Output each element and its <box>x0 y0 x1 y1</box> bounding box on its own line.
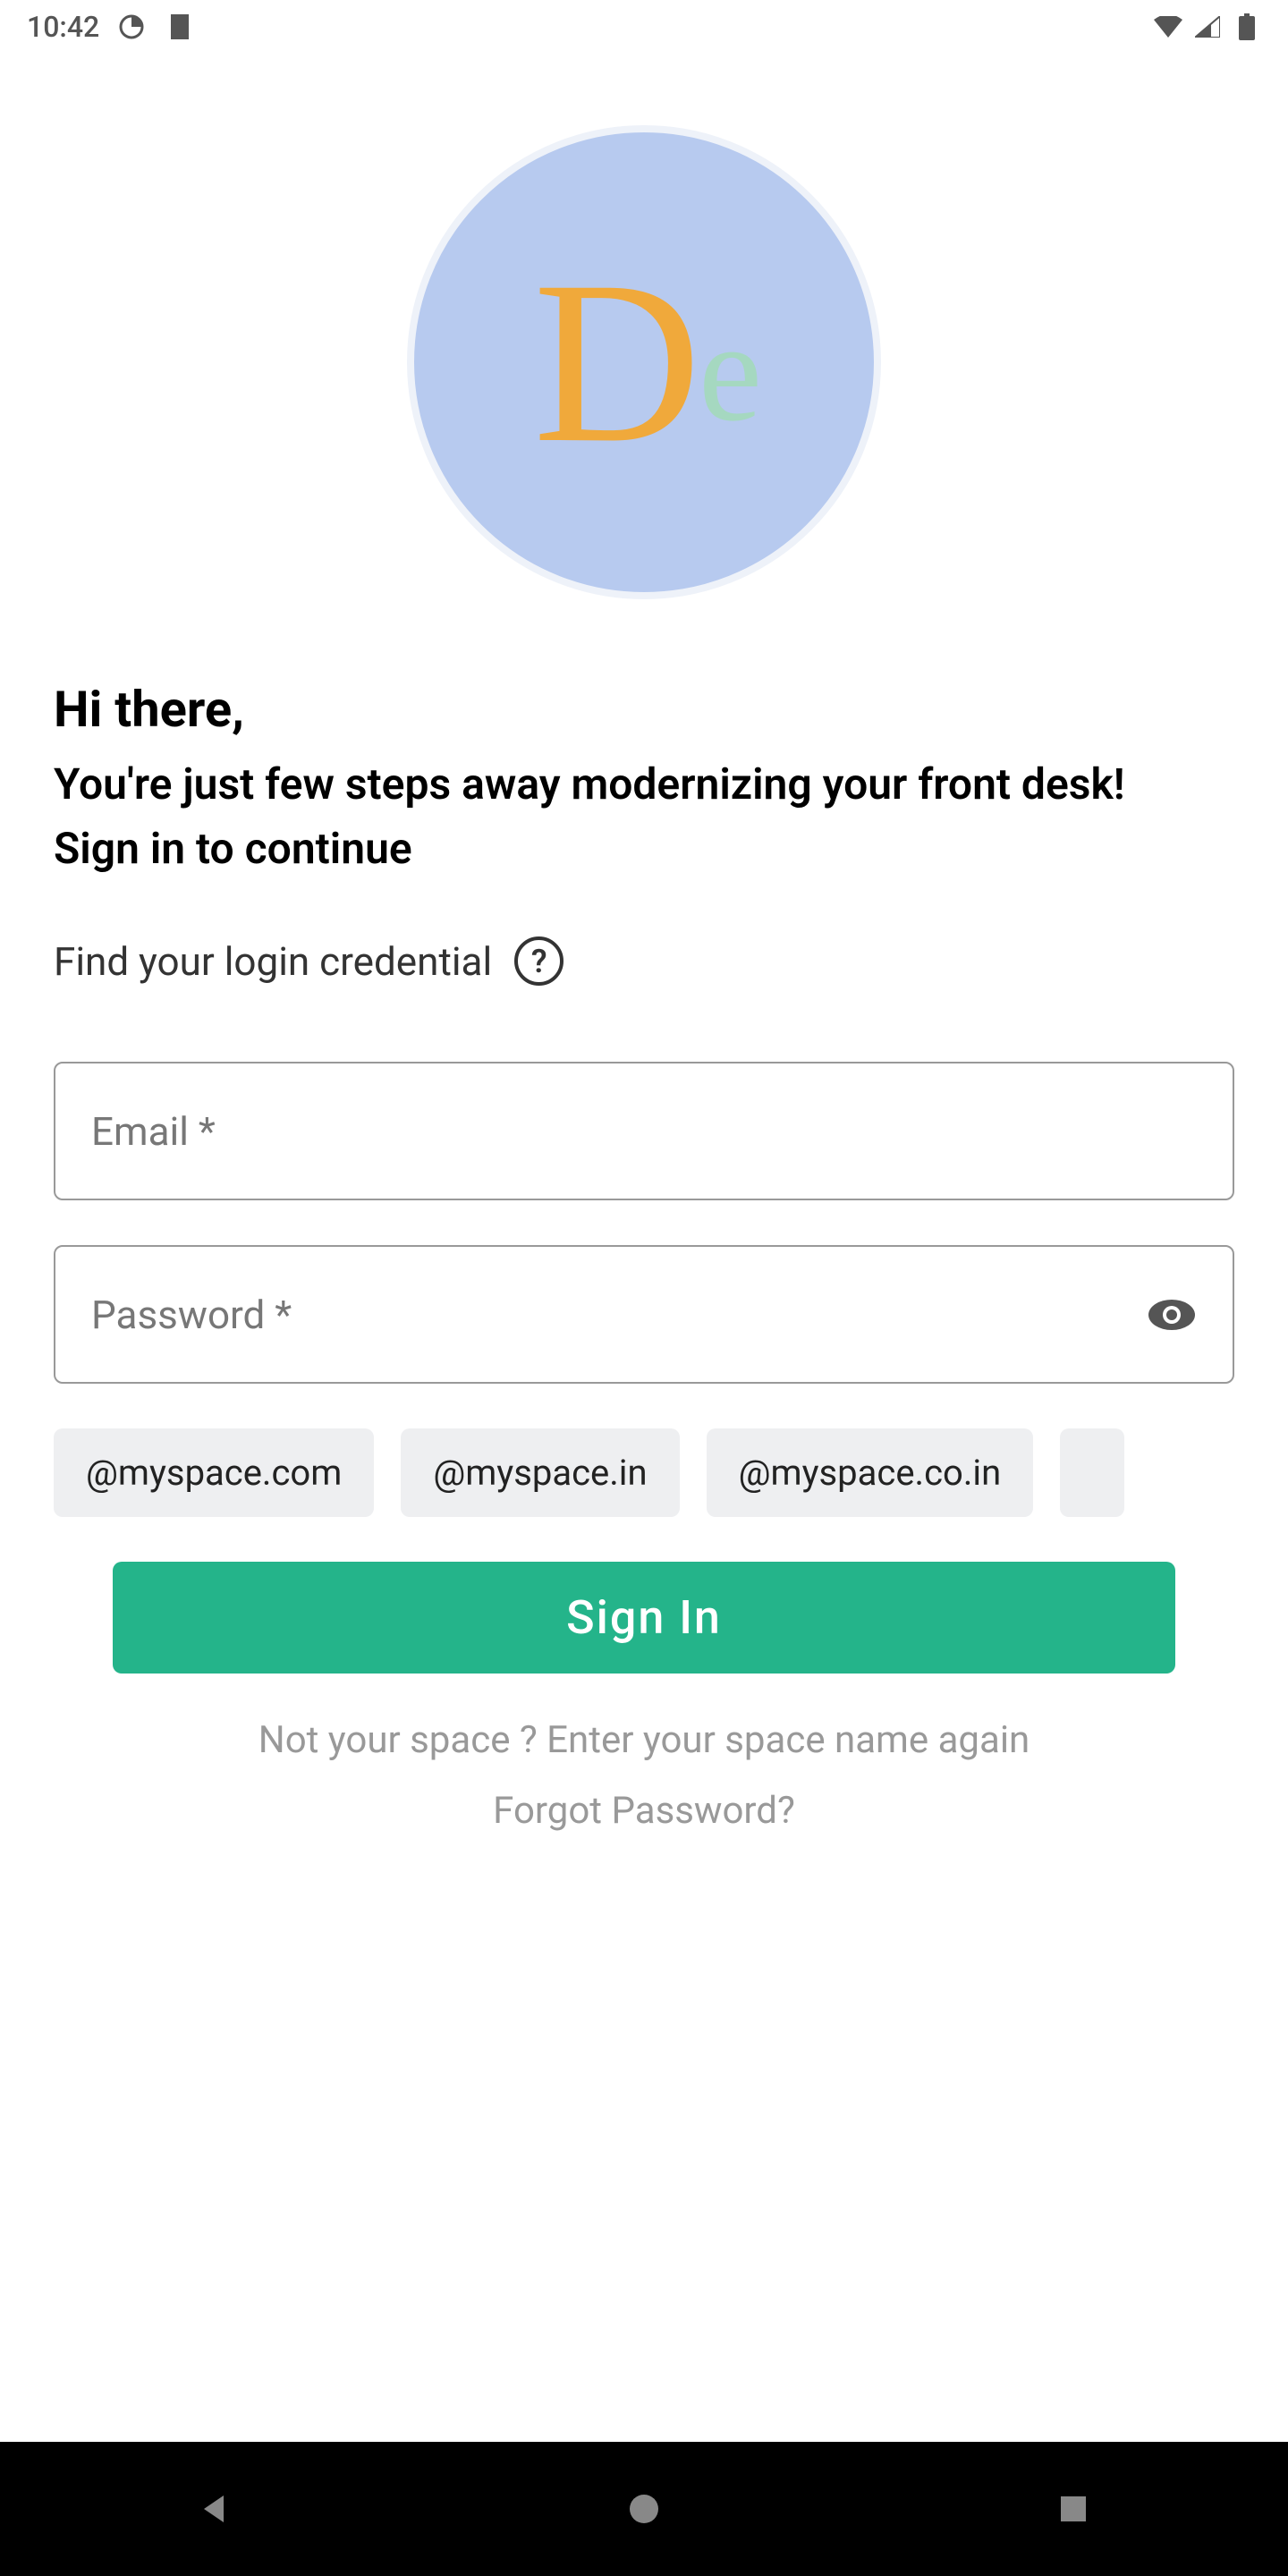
signal-icon <box>1193 13 1222 41</box>
status-time: 10:42 <box>27 10 99 44</box>
signin-prompt-text: Sign in to continue <box>54 823 1234 874</box>
greeting-heading: Hi there, <box>54 680 1234 739</box>
password-placeholder: Password * <box>91 1292 292 1338</box>
back-button[interactable] <box>188 2482 242 2536</box>
battery-icon <box>1233 13 1261 41</box>
wifi-icon <box>1154 13 1182 41</box>
status-bar: 10:42 <box>0 0 1288 54</box>
logo-letter-e: e <box>699 289 762 454</box>
forgot-password-link[interactable]: Forgot Password? <box>54 1789 1234 1833</box>
domain-chips-row[interactable]: @myspace.com @myspace.in @myspace.co.in <box>54 1428 1234 1517</box>
status-left: 10:42 <box>27 10 192 44</box>
nav-bar <box>0 2442 1288 2576</box>
domain-chip[interactable]: @myspace.com <box>54 1428 374 1517</box>
status-right <box>1154 13 1261 41</box>
recent-button[interactable] <box>1046 2482 1100 2536</box>
home-button[interactable] <box>617 2482 671 2536</box>
logo: D e <box>407 125 881 599</box>
logo-container: D e <box>54 54 1234 680</box>
logo-letter-d: D <box>533 229 701 496</box>
password-field[interactable]: Password * <box>54 1245 1234 1384</box>
domain-chip-partial[interactable] <box>1060 1428 1124 1517</box>
email-field[interactable]: Email * <box>54 1062 1234 1200</box>
not-your-space-link[interactable]: Not your space ? Enter your space name a… <box>54 1718 1234 1762</box>
pie-icon <box>117 13 146 41</box>
email-placeholder: Email * <box>91 1108 216 1155</box>
domain-chip[interactable]: @myspace.in <box>401 1428 679 1517</box>
find-credential-row[interactable]: Find your login credential ? <box>54 936 1234 986</box>
eye-icon[interactable] <box>1147 1297 1197 1333</box>
domain-chip[interactable]: @myspace.co.in <box>707 1428 1034 1517</box>
find-credential-text: Find your login credential <box>54 938 492 985</box>
sd-card-icon <box>164 13 192 41</box>
content: D e Hi there, You're just few steps away… <box>0 54 1288 2442</box>
subtitle-text: You're just few steps away modernizing y… <box>54 757 1234 812</box>
signin-button[interactable]: Sign In <box>113 1562 1175 1674</box>
help-icon[interactable]: ? <box>514 936 564 986</box>
